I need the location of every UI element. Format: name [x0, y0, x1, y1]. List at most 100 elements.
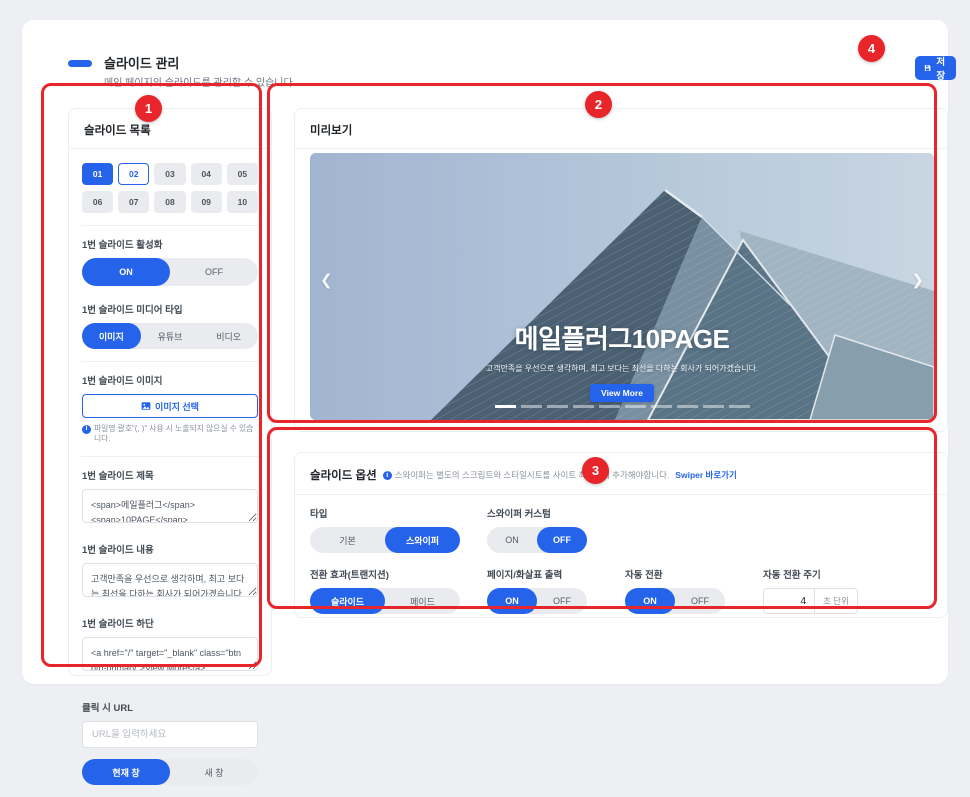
annotation-number-1: 1 — [135, 95, 162, 122]
info-icon: i — [383, 471, 392, 480]
transition-fade-option[interactable]: 페이드 — [385, 588, 460, 614]
save-icon — [924, 63, 931, 73]
options-header: 슬라이드 옵션 i 스와이퍼는 별도의 스크립트와 스타일시트를 사이트 최상단… — [295, 453, 947, 495]
pagination-dash[interactable] — [729, 405, 750, 408]
swiper-custom-label: 스와이퍼 커스텀 — [487, 506, 587, 520]
autoplay-on-option[interactable]: ON — [625, 588, 675, 614]
autoplay-group: 자동 전환 ON OFF — [625, 567, 725, 614]
image-icon — [141, 401, 151, 411]
swiper-link[interactable]: Swiper 바로가기 — [675, 469, 737, 481]
slide-list-panel: 슬라이드 목록 01 02 03 04 05 06 07 08 09 10 1번… — [68, 108, 272, 676]
footer-field-label: 1번 슬라이드 하단 — [82, 616, 258, 630]
image-notice: i 파일명 괄호"(, )" 사용 시 노출되지 않으실 수 있습니다. — [82, 424, 258, 444]
autoplay-off-option[interactable]: OFF — [675, 588, 725, 614]
pager-arrows-group: 페이지/화살표 출력 ON OFF — [487, 567, 587, 614]
pagination-dash[interactable] — [677, 405, 698, 408]
target-current-option[interactable]: 현재 창 — [82, 759, 170, 785]
type-swiper-option[interactable]: 스와이퍼 — [385, 527, 460, 553]
slide-next-arrow-icon[interactable]: ❯ — [911, 271, 924, 289]
pager-arrows-on-option[interactable]: ON — [487, 588, 537, 614]
annotation-number-4: 4 — [858, 35, 885, 62]
footer-field-textarea[interactable]: <a href="/" target="_blank" class="btn b… — [82, 637, 258, 671]
slide-preview: ❮ ❯ 메일플러그10PAGE 고객만족을 우선으로 생각하며, 최고 보다는 … — [310, 153, 934, 420]
slide-prev-arrow-icon[interactable]: ❮ — [320, 271, 333, 289]
options-row-2: 전환 효과(트랜지션) 슬라이드 페이드 페이지/화살표 출력 ON OFF 자… — [295, 567, 947, 614]
interval-input-group: 초 단위 — [763, 588, 858, 614]
media-type-youtube-option[interactable]: 유튜브 — [141, 323, 200, 349]
content-field-textarea[interactable]: 고객만족을 우선으로 생각하며, 최고 보다는 최선을 다하는 회사가 되어가겠… — [82, 563, 258, 597]
interval-input[interactable] — [763, 588, 815, 614]
slide-text-overlay: 메일플러그10PAGE 고객만족을 우선으로 생각하며, 최고 보다는 최선을 … — [310, 319, 934, 402]
image-notice-text: 파일명 괄호"(, )" 사용 시 노출되지 않으실 수 있습니다. — [94, 424, 258, 444]
image-select-label: 이미지 선택 — [155, 400, 199, 413]
pager-arrows-off-option[interactable]: OFF — [537, 588, 587, 614]
image-select-button[interactable]: 이미지 선택 — [82, 394, 258, 418]
target-toggle: 현재 창 새 창 — [82, 759, 258, 785]
options-notice: i 스와이퍼는 별도의 스크립트와 스타일시트를 사이트 최상단에 추가해야합니… — [383, 469, 670, 481]
swiper-custom-off-option[interactable]: OFF — [537, 527, 587, 553]
pagination-dash[interactable] — [573, 405, 594, 408]
transition-slide-option[interactable]: 슬라이드 — [310, 588, 385, 614]
target-new-option[interactable]: 새 창 — [170, 759, 258, 785]
title-field-label: 1번 슬라이드 제목 — [82, 468, 258, 482]
slide-number-button-10[interactable]: 10 — [227, 191, 258, 213]
type-label: 타입 — [310, 506, 460, 520]
preview-title: 미리보기 — [295, 109, 947, 149]
slide-number-button-01[interactable]: 01 — [82, 163, 113, 185]
transition-group: 전환 효과(트랜지션) 슬라이드 페이드 — [310, 567, 460, 614]
autoplay-toggle: ON OFF — [625, 588, 725, 614]
slide-number-button-07[interactable]: 07 — [118, 191, 149, 213]
slide-number-button-02[interactable]: 02 — [118, 163, 149, 185]
title-field-textarea[interactable]: <span>메일플러그</span> <span>10PAGE</span> — [82, 489, 258, 523]
pagination-dash[interactable] — [651, 405, 672, 408]
pager-arrows-label: 페이지/화살표 출력 — [487, 567, 587, 581]
url-field-label: 클릭 시 URL — [82, 700, 258, 714]
swiper-custom-group: 스와이퍼 커스텀 ON OFF — [487, 506, 587, 553]
main-card: 슬라이드 관리 메인 페이지의 슬라이드를 관리할 수 있습니다. 저장 슬라이… — [22, 20, 948, 684]
pager-arrows-toggle: ON OFF — [487, 588, 587, 614]
page-title: 슬라이드 관리 — [104, 53, 179, 72]
annotation-number-2: 2 — [585, 91, 612, 118]
save-button[interactable]: 저장 — [915, 56, 956, 80]
page-background: 슬라이드 관리 메인 페이지의 슬라이드를 관리할 수 있습니다. 저장 슬라이… — [0, 0, 970, 704]
transition-toggle: 슬라이드 페이드 — [310, 588, 460, 614]
enable-off-option[interactable]: OFF — [170, 258, 258, 286]
pagination-dash-active[interactable] — [495, 405, 516, 408]
options-title: 슬라이드 옵션 — [310, 467, 377, 483]
pagination-dash[interactable] — [547, 405, 568, 408]
swiper-custom-toggle: ON OFF — [487, 527, 587, 553]
pagination-dash[interactable] — [521, 405, 542, 408]
slide-heading: 메일플러그10PAGE — [310, 319, 934, 356]
interval-label: 자동 전환 주기 — [763, 567, 858, 581]
divider — [81, 225, 259, 226]
pagination-dash[interactable] — [599, 405, 620, 408]
slide-number-button-04[interactable]: 04 — [191, 163, 222, 185]
options-row-1: 타입 기본 스와이퍼 스와이퍼 커스텀 ON OFF — [295, 506, 947, 553]
slide-number-grid: 01 02 03 04 05 06 07 08 09 10 — [82, 163, 258, 213]
slide-list-title: 슬라이드 목록 — [69, 109, 271, 149]
media-type-image-option[interactable]: 이미지 — [82, 323, 141, 349]
swiper-custom-on-option[interactable]: ON — [487, 527, 537, 553]
enable-toggle: ON OFF — [82, 258, 258, 286]
pagination-dash[interactable] — [703, 405, 724, 408]
slide-number-button-08[interactable]: 08 — [154, 191, 185, 213]
enable-on-option[interactable]: ON — [82, 258, 170, 286]
slide-number-button-06[interactable]: 06 — [82, 191, 113, 213]
url-input[interactable] — [82, 721, 258, 748]
info-icon: i — [82, 425, 91, 434]
media-type-video-option[interactable]: 비디오 — [199, 323, 258, 349]
slide-number-button-05[interactable]: 05 — [227, 163, 258, 185]
preview-panel: 미리보기 — [294, 108, 948, 432]
transition-label: 전환 효과(트랜지션) — [310, 567, 460, 581]
divider — [81, 688, 259, 689]
view-more-button[interactable]: View More — [590, 384, 654, 402]
annotation-number-3: 3 — [582, 457, 609, 484]
divider — [81, 456, 259, 457]
slide-number-button-03[interactable]: 03 — [154, 163, 185, 185]
type-basic-option[interactable]: 기본 — [310, 527, 385, 553]
slide-number-button-09[interactable]: 09 — [191, 191, 222, 213]
slide-pagination — [310, 405, 934, 408]
slide-options-panel: 슬라이드 옵션 i 스와이퍼는 별도의 스크립트와 스타일시트를 사이트 최상단… — [294, 452, 948, 618]
type-toggle: 기본 스와이퍼 — [310, 527, 460, 553]
pagination-dash[interactable] — [625, 405, 646, 408]
